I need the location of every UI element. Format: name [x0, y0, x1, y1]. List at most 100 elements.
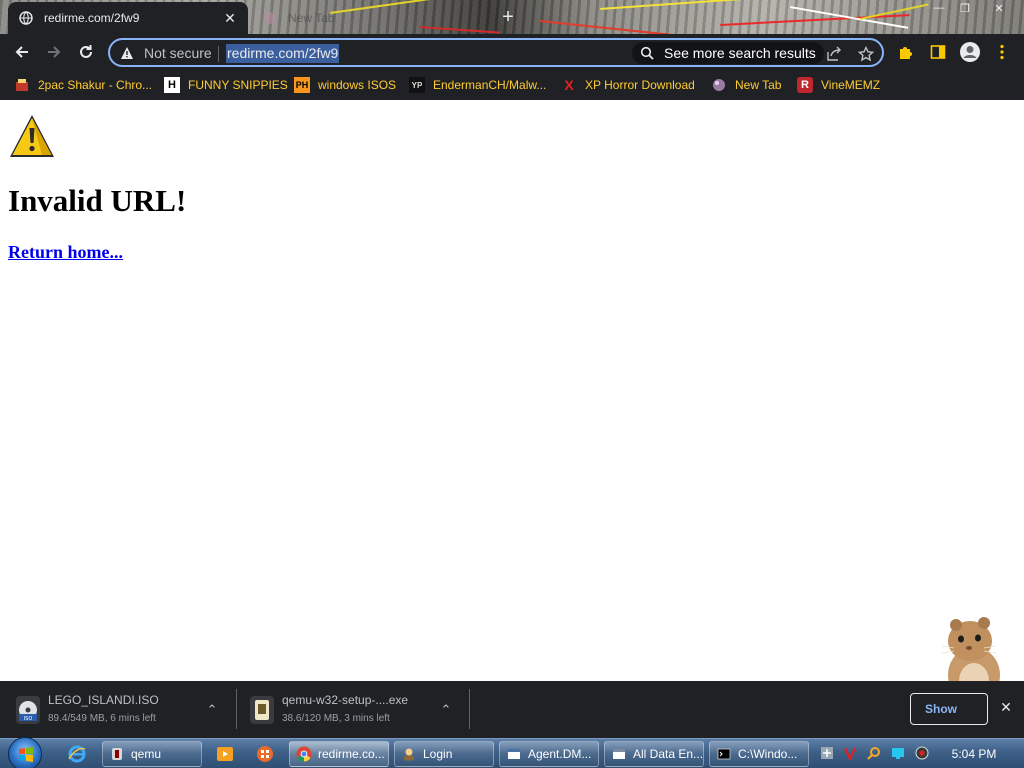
- taskbar: qemu redirme.co... Login Agent.DM... All…: [0, 737, 1024, 768]
- menu-button[interactable]: [990, 40, 1014, 64]
- bookmark-new-tab[interactable]: New Tab: [711, 76, 781, 94]
- h-logo-icon: H: [164, 77, 180, 93]
- taskbar-label: All Data En...: [633, 747, 704, 761]
- taskbar-button-login[interactable]: Login: [394, 741, 494, 767]
- tab-strip: redirme.com/2fw9 ✕ New Tab + — ❐ ✕: [0, 0, 1024, 34]
- download-item[interactable]: ISO LEGO_ISLANDI.ISO 89.4/549 MB, 6 mins…: [16, 689, 226, 731]
- bookmark-xp-horror[interactable]: X XP Horror Download: [561, 76, 695, 94]
- command-prompt-icon: [716, 746, 732, 762]
- globe-icon: [262, 10, 278, 26]
- share-icon[interactable]: [824, 44, 844, 64]
- bookmark-label: FUNNY SNIPPIES: [188, 78, 288, 92]
- taskbar-button-qemu[interactable]: qemu: [102, 741, 202, 767]
- warning-icon[interactable]: [120, 46, 134, 60]
- login-icon: [401, 746, 417, 762]
- warning-icon: [10, 115, 54, 157]
- antivirus-icon[interactable]: [842, 745, 858, 761]
- show-all-button[interactable]: Show: [910, 693, 988, 725]
- chevron-up-icon[interactable]: ⌃: [204, 702, 220, 718]
- tray-app-icon[interactable]: [819, 745, 835, 761]
- side-panel-icon: [930, 45, 946, 59]
- forward-arrow-icon: [48, 46, 61, 58]
- red-box-icon: [14, 77, 30, 93]
- bookmark-windows-isos[interactable]: PH windows ISOS: [294, 76, 396, 94]
- bookmark-label: EndermanCH/Malw...: [433, 78, 547, 92]
- download-divider: [469, 689, 470, 729]
- side-panel-button[interactable]: [926, 40, 950, 64]
- address-bar[interactable]: Not secure redirme.com/2fw9 See more sea…: [108, 38, 884, 67]
- new-tab-plus-icon[interactable]: +: [498, 7, 518, 27]
- ph-logo-icon: PH: [294, 77, 310, 93]
- bookmark-endermanch[interactable]: YP EndermanCH/Malw...: [409, 76, 546, 94]
- volume-icon[interactable]: [914, 745, 930, 761]
- globe-icon: [711, 77, 727, 93]
- taskbar-label: Agent.DM...: [528, 747, 592, 761]
- network-icon[interactable]: [890, 745, 906, 761]
- yp-logo-icon: YP: [409, 77, 425, 93]
- bookmark-label: XP Horror Download: [585, 78, 695, 92]
- download-item[interactable]: qemu-w32-setup-....exe 38.6/120 MB, 3 mi…: [250, 689, 460, 731]
- bookmark-funny-snippies[interactable]: H FUNNY SNIPPIES: [164, 76, 288, 94]
- bookmark-label: windows ISOS: [318, 78, 397, 92]
- download-filename: qemu-w32-setup-....exe: [282, 693, 409, 707]
- bookmark-label: VineMEMZ: [821, 78, 881, 92]
- download-shelf: ISO LEGO_ISLANDI.ISO 89.4/549 MB, 6 mins…: [0, 681, 1024, 738]
- installer-file-icon: [250, 696, 274, 724]
- download-divider: [236, 689, 237, 729]
- avatar-icon: [960, 42, 980, 62]
- tab-new-tab[interactable]: New Tab: [252, 2, 482, 34]
- kebab-menu-icon: [1000, 44, 1004, 60]
- taskbar-button-all-data[interactable]: All Data En...: [604, 741, 704, 767]
- globe-icon: [18, 10, 34, 26]
- puzzle-icon: [900, 47, 912, 59]
- qemu-icon: [109, 746, 125, 762]
- media-player-icon[interactable]: [216, 745, 234, 763]
- close-window-icon[interactable]: ✕: [988, 2, 1010, 16]
- extensions-button[interactable]: [894, 40, 918, 64]
- theme-scribble: [599, 0, 740, 10]
- download-progress: 38.6/120 MB, 3 mins left: [282, 713, 390, 724]
- bookmark-label: New Tab: [735, 78, 782, 92]
- search-chip-label: See more search results: [664, 45, 816, 61]
- bookmark-label: 2pac Shakur - Chro...: [38, 78, 153, 92]
- profile-button[interactable]: [958, 40, 982, 64]
- close-icon[interactable]: ✕: [222, 10, 238, 26]
- internet-explorer-icon[interactable]: [68, 745, 86, 763]
- security-label[interactable]: Not secure: [144, 45, 212, 61]
- close-icon[interactable]: ✕: [998, 699, 1014, 715]
- chrome-icon: [296, 746, 312, 762]
- chevron-up-icon[interactable]: ⌃: [438, 702, 454, 718]
- svg-text:ISO: ISO: [24, 716, 33, 722]
- maximize-icon[interactable]: ❐: [954, 2, 976, 16]
- bookmark-vinememz[interactable]: R VineMEMZ: [797, 76, 880, 94]
- taskbar-clock[interactable]: 5:04 PM: [946, 747, 1002, 761]
- forward-button[interactable]: [42, 40, 66, 64]
- tab-redirme[interactable]: redirme.com/2fw9 ✕: [8, 2, 248, 34]
- bookmark-star-icon[interactable]: [856, 44, 876, 64]
- url-field[interactable]: redirme.com/2fw9: [226, 44, 340, 63]
- magnifier-tray-icon[interactable]: [866, 745, 882, 761]
- bookmark-2pac[interactable]: 2pac Shakur - Chro...: [14, 76, 152, 94]
- taskbar-label: redirme.co...: [318, 747, 385, 761]
- taskbar-label: C:\Windo...: [738, 747, 798, 761]
- reload-button[interactable]: [74, 40, 98, 64]
- return-home-link[interactable]: Return home...: [8, 242, 123, 263]
- bookmarks-bar: 2pac Shakur - Chro... H FUNNY SNIPPIES P…: [0, 70, 1024, 100]
- iso-file-icon: ISO: [16, 696, 40, 724]
- minimize-icon[interactable]: —: [928, 2, 950, 16]
- taskbar-button-chrome[interactable]: redirme.co...: [289, 741, 389, 767]
- taskbar-label: qemu: [131, 747, 162, 761]
- search-icon: [640, 46, 654, 60]
- app-grid-icon[interactable]: [256, 745, 274, 763]
- tab-title: redirme.com/2fw9: [44, 11, 140, 25]
- taskbar-button-agent[interactable]: Agent.DM...: [499, 741, 599, 767]
- start-button[interactable]: [8, 737, 42, 768]
- taskbar-button-cmd[interactable]: C:\Windo...: [709, 741, 809, 767]
- window-icon: [611, 746, 627, 762]
- back-button[interactable]: [10, 40, 34, 64]
- download-filename: LEGO_ISLANDI.ISO: [48, 693, 159, 707]
- search-chip[interactable]: See more search results: [632, 42, 824, 64]
- window-icon: [506, 746, 522, 762]
- theme-scribble: [859, 3, 929, 20]
- download-progress: 89.4/549 MB, 6 mins left: [48, 713, 156, 724]
